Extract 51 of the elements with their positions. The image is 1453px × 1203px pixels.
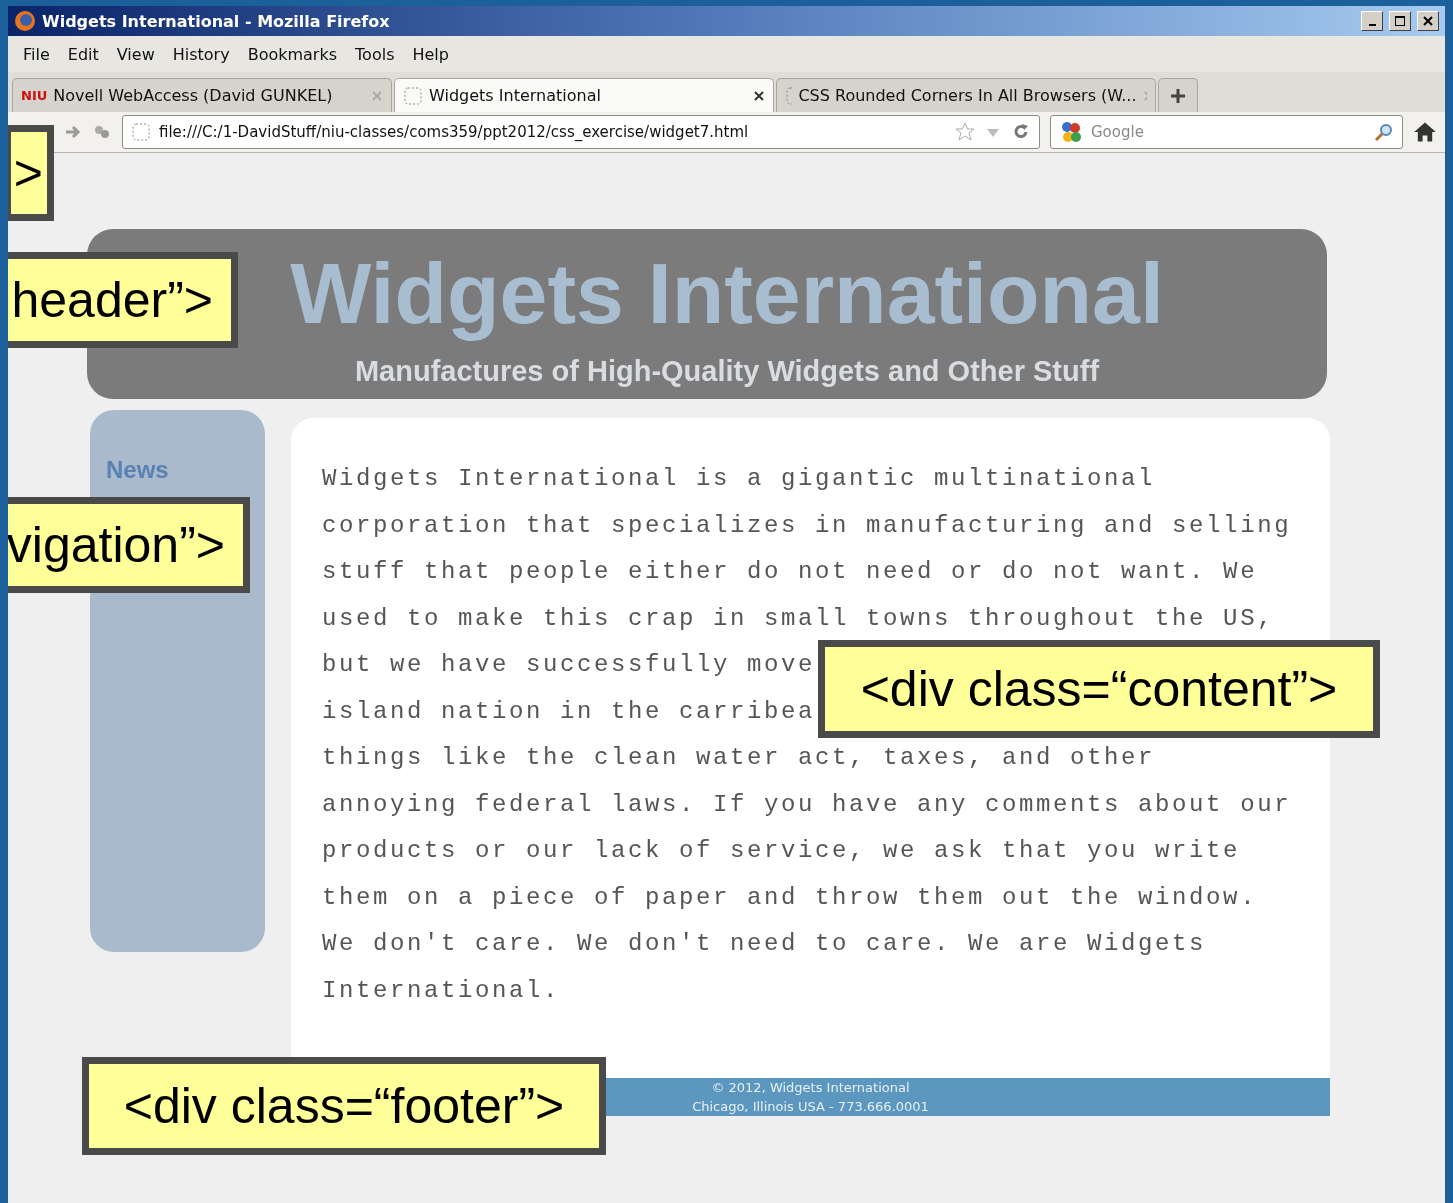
- annotation-callout: <div class=“footer”>: [82, 1057, 606, 1155]
- tab-favicon: NIU: [21, 88, 48, 103]
- content-text-line: products or our lack of service, we ask that you write: [322, 836, 1241, 866]
- content-text-line: them on a piece of paper and throw them out the window.: [322, 882, 1258, 913]
- browser-tab[interactable]: CSS Rounded Corners In All Browsers (W...: [776, 78, 1156, 112]
- address-field[interactable]: file:///C:/1-DavidStuff/niu-classes/coms359/ppt2012/css_exercise/widget7.html: [122, 115, 1040, 149]
- annotation-callout: header”>: [8, 252, 238, 348]
- minimize-icon: [1368, 23, 1376, 26]
- new-tab-button[interactable]: [1158, 78, 1198, 112]
- minimize-button[interactable]: [1361, 11, 1383, 31]
- site-subtitle: Manufactures of High-Quality Widgets and Other Stuff: [354, 355, 1100, 389]
- menu-item[interactable]: Bookmarks: [240, 44, 345, 64]
- search-placeholder: Google: [1091, 123, 1145, 141]
- site-title: Widgets International: [290, 243, 1164, 343]
- menu-item[interactable]: Edit: [60, 44, 106, 64]
- tab-label: CSS Rounded Corners In All Browsers (W...: [798, 86, 1137, 105]
- plus-icon: [1170, 87, 1186, 104]
- content-text-line: annoying federal laws. If you have any comments about our: [322, 789, 1292, 820]
- maximize-button[interactable]: [1389, 11, 1411, 31]
- browser-tab[interactable]: NIU Novell WebAccess (David GUNKEL): [12, 78, 392, 112]
- star-icon[interactable]: [955, 122, 975, 142]
- footer-text: Chicago, Illinois USA - 773.666.0001: [692, 1098, 929, 1116]
- annotation-callout: <div class=“content”>: [818, 640, 1380, 738]
- menu-item[interactable]: Tools: [348, 44, 402, 64]
- content-text-line: stuff that people either do not need or do not want. We: [322, 557, 1258, 587]
- menu-item[interactable]: History: [165, 44, 237, 64]
- footer-text: © 2012, Widgets International: [711, 1079, 910, 1097]
- window-title: Widgets International - Mozilla Firefox: [42, 11, 391, 31]
- annotation-callout: >: [8, 125, 54, 221]
- url-text: file:///C:/1-DavidStuff/niu-classes/coms359/ppt2012/css_exercise/widget7.html: [159, 123, 750, 141]
- browser-tab[interactable]: Widgets International: [394, 78, 774, 112]
- close-button[interactable]: [1417, 11, 1439, 31]
- menu-item[interactable]: View: [109, 44, 162, 64]
- home-icon[interactable]: [1413, 120, 1437, 144]
- search-icon[interactable]: [1374, 122, 1394, 142]
- search-engine-icon: [1059, 120, 1083, 144]
- search-field[interactable]: Google: [1050, 115, 1403, 149]
- content-text-line: island nation in the carribea: [322, 696, 816, 727]
- browser-logo-icon: [14, 10, 36, 32]
- content-text-line: We don't care. We don't need to care. We are Widgets: [322, 929, 1207, 959]
- content-text-line: International.: [322, 975, 561, 1006]
- menu-item[interactable]: Help: [405, 44, 456, 64]
- maximize-icon: [1395, 16, 1405, 26]
- tab-label: Widgets International: [429, 86, 602, 105]
- tab-label: Novell WebAccess (David GUNKEL): [53, 86, 334, 105]
- content-text-line: used to make this crap in small towns throughout the US,: [322, 603, 1275, 634]
- content-text-line: but we have successfully move: [322, 650, 816, 680]
- content-text-line: things like the clean water act, taxes, and other: [322, 743, 1156, 773]
- menu-item[interactable]: File: [16, 44, 57, 64]
- content-text-line: corporation that specializes in manufacturing and selling: [322, 510, 1292, 541]
- content-text-line: Widgets International is a gigantic multinational: [322, 464, 1156, 494]
